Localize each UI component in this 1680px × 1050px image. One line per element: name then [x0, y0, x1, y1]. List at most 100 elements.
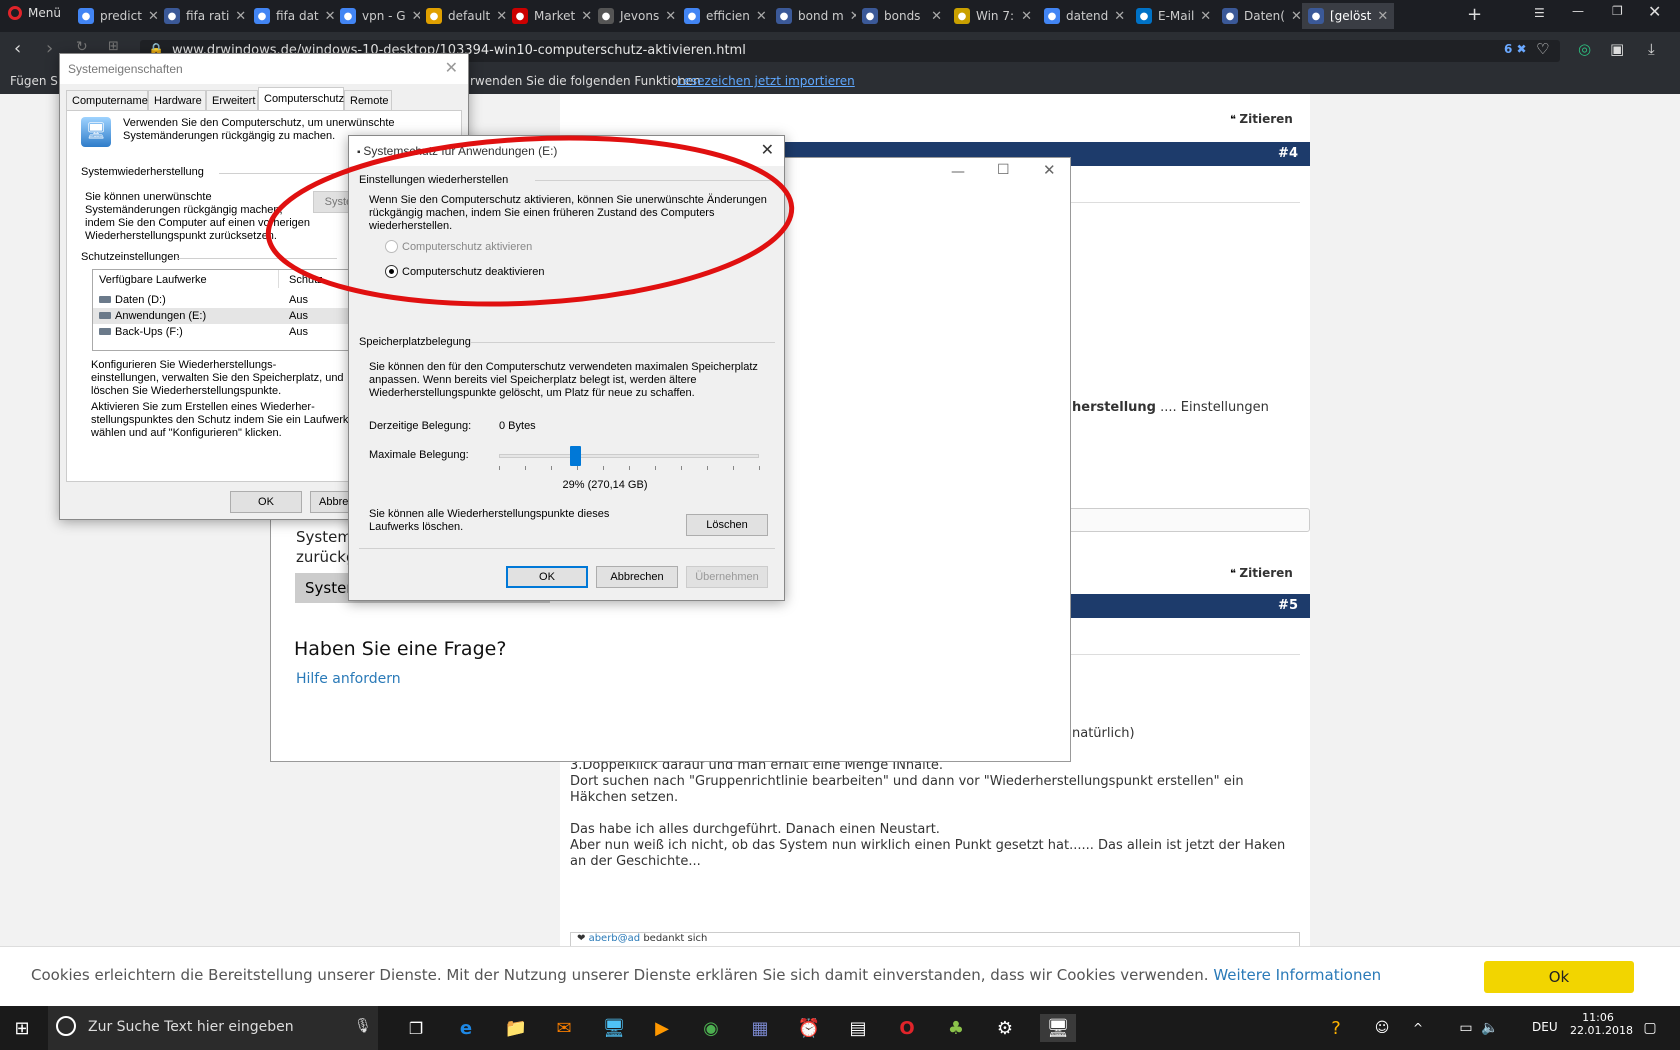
tab-computerschutz[interactable]: Computerschutz	[258, 87, 344, 110]
language-indicator[interactable]: DEU	[1532, 1020, 1558, 1034]
ok-button[interactable]: OK	[230, 491, 302, 513]
microphone-icon[interactable]: 🎙	[354, 1018, 372, 1034]
tab-close-icon[interactable]: ✕	[496, 9, 506, 24]
quote-button-1[interactable]: ❝ Zitieren	[1230, 112, 1293, 126]
tab-close-icon[interactable]: ✕	[235, 9, 246, 24]
file-explorer-icon[interactable]: 📁	[502, 1014, 530, 1042]
post-line: Häkchen setzen.	[570, 790, 679, 805]
delete-text: Sie können alle Wiederherstellungspunkte…	[369, 508, 610, 533]
tab-close-icon[interactable]: ✕	[931, 9, 942, 24]
help-icon[interactable]: ?	[1322, 1014, 1350, 1042]
delete-button[interactable]: Löschen	[686, 514, 768, 536]
tab-close-icon[interactable]: ✕	[1021, 9, 1032, 24]
tab-item[interactable]: ● bonds ✕	[856, 3, 948, 29]
adblock-count: 6	[1504, 42, 1513, 56]
app-icon[interactable]: ♣	[942, 1014, 970, 1042]
tab-item[interactable]: ● E-Mail ✕	[1130, 3, 1216, 29]
settings-gear-icon[interactable]: ⚙	[991, 1014, 1019, 1042]
windows-start-icon[interactable]: ⊞	[8, 1014, 36, 1042]
bg-close-icon[interactable]: ✕	[1043, 161, 1056, 179]
tab-item[interactable]: ● bond m ✕	[770, 3, 856, 29]
calculator-grid-icon[interactable]: ▦	[746, 1014, 774, 1042]
tab-item[interactable]: ● predict ✕	[72, 3, 158, 29]
cookie-info-link[interactable]: Weitere Informationen	[1213, 966, 1381, 984]
restore-icon[interactable]: ❐	[1612, 4, 1623, 18]
apply-button[interactable]: Übernehmen	[686, 566, 768, 588]
tab-close-icon[interactable]: ✕	[1377, 9, 1388, 24]
tab-item[interactable]: ● datend ✕	[1038, 3, 1130, 29]
drive-row[interactable]: Back-Ups (F:) Aus	[93, 324, 381, 340]
tab-item[interactable]: ● efficien ✕	[678, 3, 770, 29]
cookie-ok-button[interactable]: Ok	[1484, 961, 1634, 993]
volume-icon[interactable]: 🔈	[1476, 1014, 1504, 1042]
alarm-clock-icon[interactable]: ⏰	[795, 1014, 823, 1042]
tab-item[interactable]: ● Market ✕	[506, 3, 592, 29]
chrome-icon[interactable]: ◉	[697, 1014, 725, 1042]
tab-item[interactable]: ● default ✕	[420, 3, 506, 29]
taskbar-search-box[interactable]: Zur Suche Text hier eingeben 🎙	[48, 1006, 378, 1050]
download-icon[interactable]: ⤓	[1648, 40, 1655, 58]
snapshot-icon[interactable]: ▣	[1610, 40, 1624, 58]
tab-close-icon[interactable]: ✕	[1291, 9, 1302, 24]
tab-close-icon[interactable]: ✕	[148, 9, 158, 24]
speed-dial-icon[interactable]: ⊞	[108, 39, 119, 54]
system-properties-title: Systemeigenschaften	[68, 62, 183, 76]
edge-icon[interactable]: e	[452, 1014, 480, 1042]
tab-item[interactable]: ● fifa dat ✕	[248, 3, 334, 29]
close-window-icon[interactable]: ✕	[1648, 2, 1661, 21]
cancel-button[interactable]: Abbrechen	[596, 566, 678, 588]
minimize-icon[interactable]: —	[1572, 4, 1584, 18]
tab-close-icon[interactable]: ✕	[412, 9, 420, 24]
tab-favicon-icon: ●	[426, 8, 442, 24]
system-properties-taskbar-icon[interactable]: 🖥	[1040, 1014, 1076, 1042]
calculator-icon[interactable]: ▤	[844, 1014, 872, 1042]
close-icon[interactable]: ✕	[445, 54, 458, 84]
ok-button[interactable]: OK	[506, 566, 588, 588]
tab-item[interactable]: ● [gelöst ✕	[1302, 3, 1394, 29]
tab-item[interactable]: ● vpn - G ✕	[334, 3, 420, 29]
space-usage-text: Sie können den für den Computerschutz ve…	[369, 361, 758, 399]
tab-item[interactable]: ● Win 7: ✕	[948, 3, 1038, 29]
outlook-icon[interactable]: ✉	[550, 1014, 578, 1042]
bookmark-heart-icon[interactable]: ♡	[1536, 40, 1549, 58]
tab-close-icon[interactable]: ✕	[1200, 9, 1211, 24]
tab-close-icon[interactable]: ✕	[665, 9, 676, 24]
tab-menu-icon[interactable]: ☰	[1534, 6, 1545, 20]
bg-minimize-icon[interactable]: —	[951, 164, 965, 180]
tab-hardware[interactable]: Hardware	[148, 90, 206, 110]
tab-close-icon[interactable]: ✕	[325, 9, 334, 24]
tab-erweitert[interactable]: Erweitert	[206, 90, 258, 110]
media-player-icon[interactable]: ▶	[648, 1014, 676, 1042]
tab-remote[interactable]: Remote	[344, 90, 392, 110]
notifications-icon[interactable]: ▢	[1636, 1014, 1664, 1042]
task-view-icon[interactable]: ❐	[402, 1014, 430, 1042]
vpn-icon[interactable]: ◎	[1578, 40, 1591, 58]
import-bookmarks-link[interactable]: Lesezeichen jetzt importieren	[677, 68, 855, 94]
tab-close-icon[interactable]: ✕	[1114, 9, 1125, 24]
clock[interactable]: 11:06 22.01.2018	[1570, 1011, 1633, 1037]
tab-label: fifa dat	[276, 9, 319, 23]
help-link[interactable]: Hilfe anfordern	[296, 671, 401, 687]
cookie-text-row: Cookies erleichtern die Bereitstellung u…	[31, 966, 1381, 984]
tray-chevron-icon[interactable]: ^	[1404, 1014, 1432, 1042]
slider-thumb[interactable]	[570, 446, 582, 466]
adblock-badge[interactable]: 6 ✖	[1504, 42, 1527, 56]
new-tab-button[interactable]: +	[1467, 4, 1482, 25]
remote-desktop-icon[interactable]: 🖥	[600, 1014, 628, 1042]
tab-item[interactable]: ● Jevons ✕	[592, 3, 678, 29]
tab-computername[interactable]: Computername	[66, 90, 148, 110]
opera-menu-button[interactable]: Menü	[8, 6, 61, 20]
max-usage-slider[interactable]	[499, 446, 759, 466]
tab-close-icon[interactable]: ✕	[756, 9, 767, 24]
tab-item[interactable]: ● Daten(✕	[1216, 3, 1302, 29]
people-icon[interactable]: ☺	[1368, 1014, 1396, 1042]
forward-icon[interactable]: ›	[46, 38, 53, 59]
drive-icon	[99, 328, 111, 335]
back-icon[interactable]: ‹	[14, 38, 21, 59]
thanks-user[interactable]: aberb@ad	[589, 933, 641, 944]
quote-button-2[interactable]: ❝ Zitieren	[1230, 566, 1293, 580]
tab-close-icon[interactable]: ✕	[581, 9, 592, 24]
opera-icon[interactable]: O	[893, 1014, 921, 1042]
bg-maximize-icon[interactable]: ☐	[997, 162, 1010, 178]
tab-item[interactable]: ● fifa rati ✕	[158, 3, 248, 29]
